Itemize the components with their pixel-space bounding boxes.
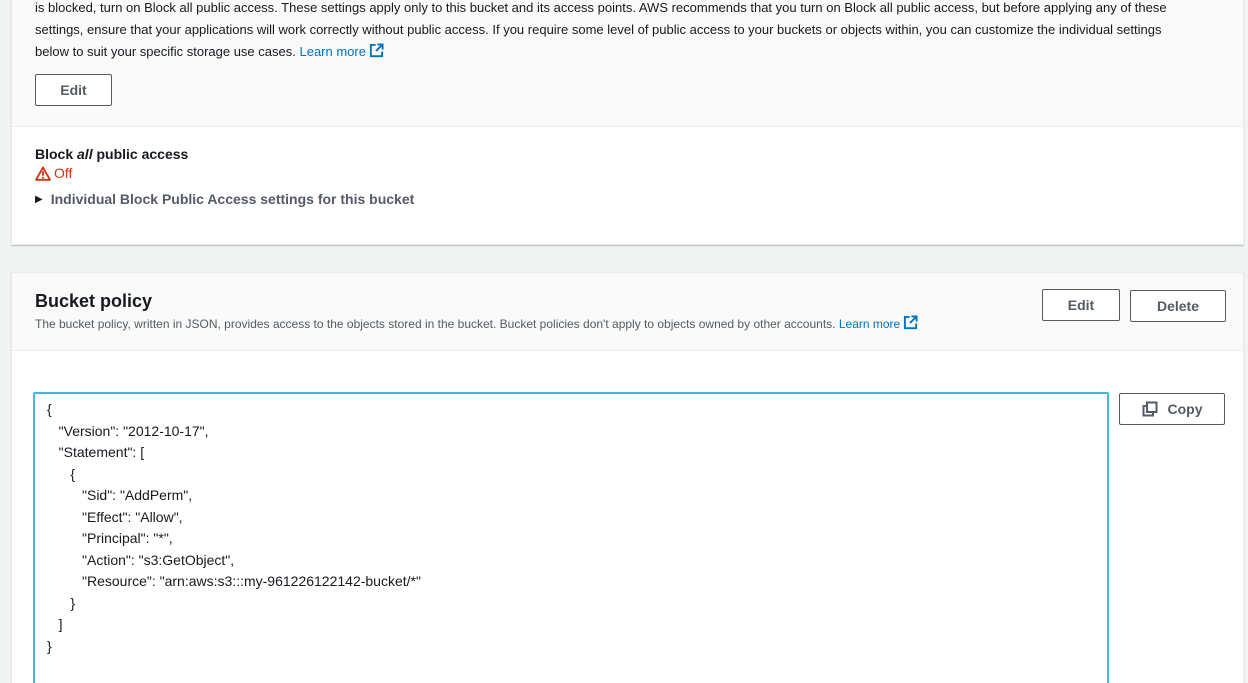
block-public-access-edit-button[interactable]: Edit — [35, 74, 112, 106]
copy-policy-button[interactable]: Copy — [1119, 393, 1225, 425]
description-line-3: below to suit your specific storage use … — [35, 41, 1219, 63]
block-public-access-summary: is blocked, turn on Block all public acc… — [12, 0, 1243, 127]
learn-more-label: Learn more — [299, 44, 366, 59]
expander-label: Individual Block Public Access settings … — [50, 191, 415, 207]
external-link-icon — [369, 43, 384, 58]
status-text: Off — [54, 165, 73, 181]
bucket-policy-header: Bucket policy The bucket policy, written… — [12, 273, 1243, 351]
bucket-policy-json-editor[interactable]: { "Version": "2012-10-17", "Statement": … — [33, 392, 1109, 683]
individual-settings-expander[interactable]: ▶ Individual Block Public Access setting… — [35, 191, 1219, 207]
block-all-public-access-status: Off — [35, 163, 1219, 183]
label-emphasis: all — [77, 146, 93, 162]
bucket-policy-description-text: The bucket policy, written in JSON, prov… — [35, 317, 836, 331]
description-line-2: settings, ensure that your applications … — [35, 22, 1162, 37]
copy-label: Copy — [1167, 401, 1203, 417]
label-prefix: Block — [35, 146, 78, 162]
block-all-public-access-label: Block all public access — [35, 145, 1219, 163]
copy-icon — [1142, 401, 1157, 417]
caret-right-icon: ▶ — [35, 193, 43, 205]
label-suffix: public access — [92, 146, 189, 162]
bucket-policy-learn-more-label: Learn more — [838, 317, 901, 331]
bucket-policy-learn-more-link[interactable]: Learn more — [838, 315, 918, 331]
description-line-3-text: below to suit your specific storage use … — [35, 44, 296, 59]
block-public-access-description: is blocked, turn on Block all public acc… — [35, 0, 1219, 63]
warning-icon — [35, 166, 51, 181]
learn-more-link[interactable]: Learn more — [299, 43, 384, 59]
block-public-access-details: Block all public access Off ▶ Individual… — [12, 127, 1243, 207]
bucket-policy-delete-button[interactable]: Delete — [1130, 290, 1226, 322]
bucket-policy-edit-button[interactable]: Edit — [1042, 289, 1120, 321]
bucket-policy-panel: Bucket policy The bucket policy, written… — [11, 272, 1244, 683]
external-link-icon — [904, 315, 918, 330]
description-line-1: is blocked, turn on Block all public acc… — [35, 0, 1167, 15]
block-public-access-panel: is blocked, turn on Block all public acc… — [11, 0, 1244, 245]
bucket-policy-json: { "Version": "2012-10-17", "Statement": … — [47, 401, 421, 654]
